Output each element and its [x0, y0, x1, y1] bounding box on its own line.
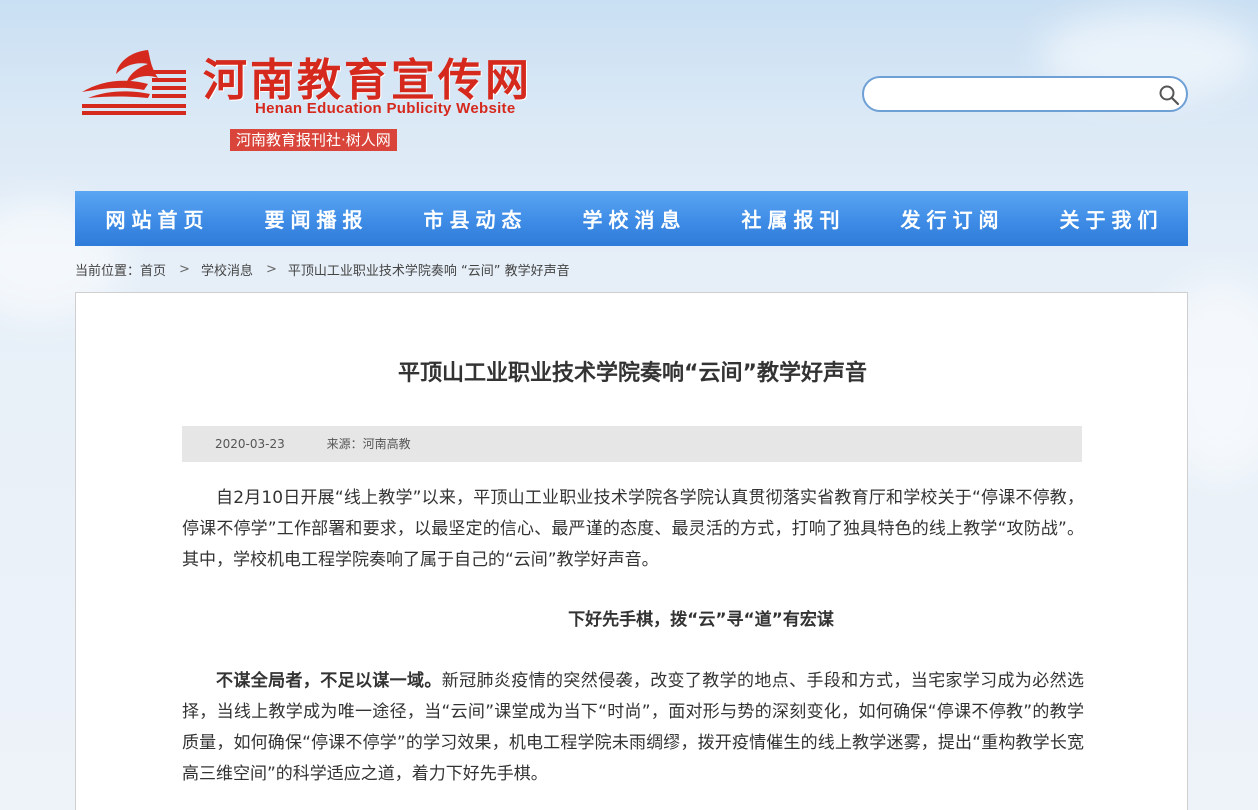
article-body: 自2月10日开展“线上教学”以来，平顶山工业职业技术学院各学院认真贯彻落实省教育…: [182, 483, 1084, 790]
site-subtitle-en: Henan Education Publicity Website: [255, 100, 516, 117]
article-subheading: 下好先手棋，拨“云”寻“道”有宏谋: [568, 610, 834, 630]
site-tagline: 河南教育报刊社·树人网: [230, 129, 397, 151]
site-title: 河南教育宣传网: [203, 55, 532, 106]
nav-item-subscription[interactable]: 发行订阅: [870, 204, 1029, 233]
search-icon[interactable]: [1158, 84, 1180, 106]
chevron-right-icon: >: [179, 262, 190, 277]
breadcrumb-school-news-link[interactable]: 学校消息: [201, 260, 253, 279]
nav-item-news[interactable]: 要闻播报: [234, 204, 393, 233]
article-meta: 2020-03-23 来源：河南高教: [182, 426, 1082, 462]
main-nav: 网站首页 要闻播报 市县动态 学校消息 社属报刊 发行订阅 关于我们: [75, 191, 1188, 246]
nav-item-school-news[interactable]: 学校消息: [552, 204, 711, 233]
chevron-right-icon: >: [265, 262, 277, 277]
breadcrumb-current: 平顶山工业职业技术学院奏响 “云间” 教学好声音: [287, 264, 570, 279]
article-panel: 平顶山工业职业技术学院奏响“云间”教学好声音 2020-03-23 来源：河南高…: [75, 292, 1188, 810]
breadcrumb-home-link[interactable]: 首页: [140, 260, 166, 279]
nav-item-city-county[interactable]: 市县动态: [393, 204, 552, 233]
search-input[interactable]: [878, 84, 1148, 104]
nav-item-about[interactable]: 关于我们: [1029, 204, 1188, 233]
breadcrumb-prefix: 当前位置：: [75, 264, 141, 279]
logo-icon: [82, 50, 186, 115]
article-date: 2020-03-23: [215, 437, 285, 451]
paragraph-lead-bold: 不谋全局者，不足以谋一域。: [216, 671, 442, 691]
article-title: 平顶山工业职业技术学院奏响“云间”教学好声音: [398, 361, 867, 386]
article-paragraph: 自2月10日开展“线上教学”以来，平顶山工业职业技术学院各学院认真贯彻落实省教育…: [182, 488, 1084, 570]
breadcrumb: 当前位置： 首页 > 学校消息 > 平顶山工业职业技术学院奏响 “云间” 教学好…: [75, 260, 570, 279]
nav-item-publications[interactable]: 社属报刊: [711, 204, 870, 233]
article-paragraph: 不谋全局者，不足以谋一域。新冠肺炎疫情的突然侵袭，改变了教学的地点、手段和方式，…: [182, 666, 1084, 790]
article-source: 来源：河南高教: [326, 437, 411, 451]
search-box: [862, 76, 1188, 112]
nav-item-home[interactable]: 网站首页: [75, 204, 234, 233]
site-header: 河南教育宣传网 Henan Education Publicity Websit…: [0, 0, 1258, 190]
